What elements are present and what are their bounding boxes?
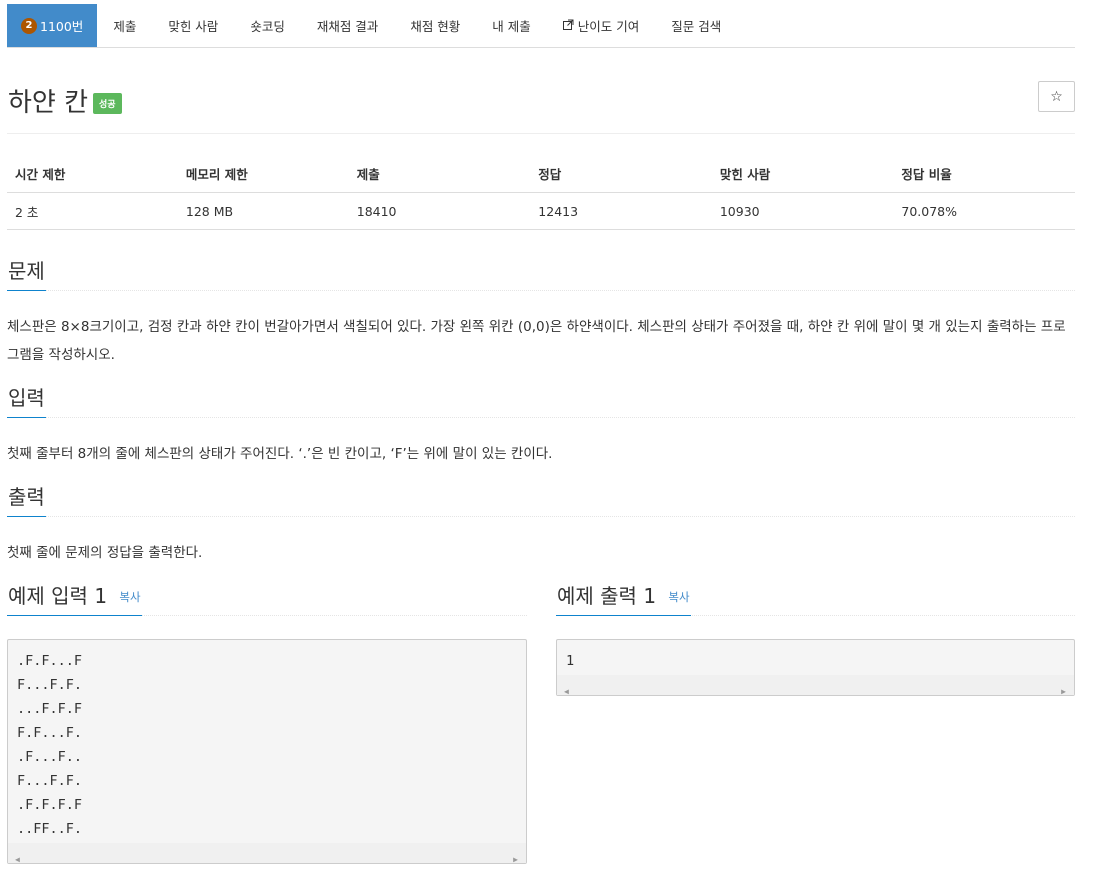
samples-row: 예제 입력 1 복사 .F.F...F F...F.F. ...F.F.F F.… <box>7 576 1075 864</box>
output-heading: 출력 <box>7 481 46 517</box>
sample-input-heading: 예제 입력 1 복사 <box>7 580 142 616</box>
input-description: 첫째 줄부터 8개의 줄에 체스판의 상태가 주어진다. ‘.’은 빈 칸이고,… <box>7 446 553 462</box>
tab-short-coding[interactable]: 숏코딩 <box>234 4 301 47</box>
output-section: 출력 첫째 줄에 문제의 정답을 출력한다. <box>7 477 1075 567</box>
title-row: 하얀 칸 성공 ☆ <box>7 48 1075 134</box>
tab-my-submissions[interactable]: 내 제출 <box>476 4 546 47</box>
tab-status[interactable]: 채점 현황 <box>394 4 476 47</box>
input-headline: 입력 <box>7 378 1075 418</box>
problem-info-table: 시간 제한 메모리 제한 제출 정답 맞힌 사람 정답 비율 2 초 128 M… <box>7 156 1075 230</box>
header-solved-users: 맞힌 사람 <box>711 156 894 193</box>
page-title: 하얀 칸 <box>8 88 89 118</box>
problem-headline: 문제 <box>7 251 1075 291</box>
status-badge: 성공 <box>93 93 122 114</box>
tab-solved-users[interactable]: 맞힌 사람 <box>152 4 234 47</box>
copy-output-link[interactable]: 복사 <box>668 590 689 604</box>
tab-problem[interactable]: 2 1100번 <box>7 4 98 47</box>
external-link-icon <box>562 19 574 33</box>
output-headline: 출력 <box>7 477 1075 517</box>
tab-submit[interactable]: 제출 <box>97 4 152 47</box>
memory-limit-value: 128 MB <box>177 192 349 230</box>
tab-rejudge[interactable]: 재채점 결과 <box>301 4 394 47</box>
sample-input-title: 예제 입력 1 <box>8 584 108 608</box>
horizontal-scrollbar[interactable]: ◀ ▶ <box>557 675 1074 696</box>
header-accept-rate: 정답 비율 <box>893 156 1075 193</box>
sample-output-section: 예제 출력 1 복사 1 ◀ ▶ <box>556 576 1075 864</box>
copy-input-link[interactable]: 복사 <box>119 590 140 604</box>
table-header-row: 시간 제한 메모리 제한 제출 정답 맞힌 사람 정답 비율 <box>7 156 1075 193</box>
tab-difficulty-label: 난이도 기여 <box>577 19 640 34</box>
accepted-value: 12413 <box>530 192 712 230</box>
accept-rate-value: 70.078% <box>893 192 1075 230</box>
solved-users-value: 10930 <box>711 192 894 230</box>
sample-output-title: 예제 출력 1 <box>557 584 657 608</box>
submissions-value: 18410 <box>348 192 531 230</box>
sample-input-section: 예제 입력 1 복사 .F.F...F F...F.F. ...F.F.F F.… <box>7 576 527 864</box>
input-heading: 입력 <box>7 382 46 418</box>
tab-difficulty-contribution[interactable]: 난이도 기여 <box>547 4 655 47</box>
output-description: 첫째 줄에 문제의 정답을 출력한다. <box>7 545 203 561</box>
star-icon: ☆ <box>1050 88 1063 105</box>
input-section: 입력 첫째 줄부터 8개의 줄에 체스판의 상태가 주어진다. ‘.’은 빈 칸… <box>7 378 1075 468</box>
sample-input-text: .F.F...F F...F.F. ...F.F.F F.F...F. .F..… <box>17 653 83 837</box>
problem-section: 문제 체스판은 8×8크기이고, 검정 칸과 하얀 칸이 번갈아가면서 색칠되어… <box>7 251 1075 369</box>
header-time-limit: 시간 제한 <box>7 156 178 193</box>
sample-input-headline: 예제 입력 1 복사 <box>7 576 527 616</box>
header-submissions: 제출 <box>348 156 531 193</box>
sample-output-box: 1 ◀ ▶ <box>556 639 1075 696</box>
problem-heading: 문제 <box>7 255 46 291</box>
tier-badge-icon: 2 <box>21 17 37 34</box>
scroll-left-icon[interactable]: ◀ <box>15 848 20 872</box>
horizontal-scrollbar[interactable]: ◀ ▶ <box>8 843 526 864</box>
header-memory-limit: 메모리 제한 <box>177 156 349 193</box>
scroll-right-icon[interactable]: ▶ <box>1061 680 1066 704</box>
sample-input-box: .F.F...F F...F.F. ...F.F.F F.F...F. .F..… <box>7 639 527 864</box>
header-accepted: 정답 <box>530 156 712 193</box>
problem-description: 체스판은 8×8크기이고, 검정 칸과 하얀 칸이 번갈아가면서 색칠되어 있다… <box>7 319 1066 363</box>
tab-question-search[interactable]: 질문 검색 <box>655 4 737 47</box>
problem-menu: 2 1100번 제출 맞힌 사람 숏코딩 재채점 결과 채점 현황 내 제출 난… <box>7 4 1075 48</box>
sample-output-headline: 예제 출력 1 복사 <box>556 576 1075 616</box>
favorite-button[interactable]: ☆ <box>1038 81 1075 112</box>
scroll-right-icon[interactable]: ▶ <box>513 848 518 872</box>
table-row: 2 초 128 MB 18410 12413 10930 70.078% <box>7 192 1075 230</box>
problem-number: 1100번 <box>40 19 84 34</box>
scroll-left-icon[interactable]: ◀ <box>564 680 569 704</box>
time-limit-value: 2 초 <box>7 192 178 230</box>
sample-output-heading: 예제 출력 1 복사 <box>556 580 691 616</box>
sample-output-text: 1 <box>566 653 575 669</box>
